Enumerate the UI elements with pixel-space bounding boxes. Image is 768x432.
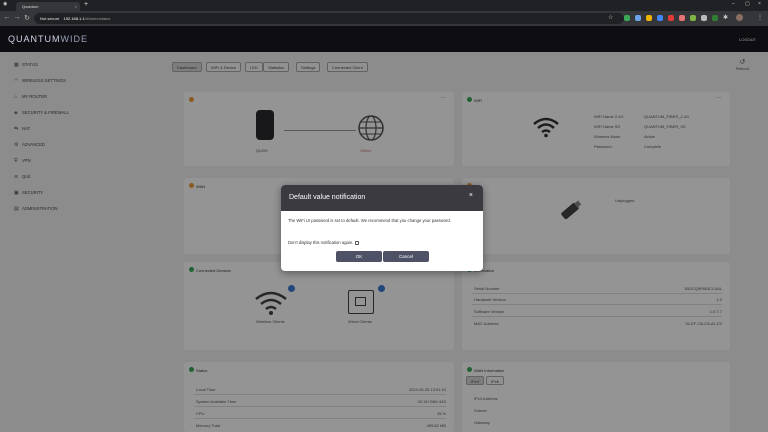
logo-light-text: WIDE [60, 34, 88, 44]
logout-link[interactable]: LOGOUT [739, 37, 756, 42]
maximize-icon[interactable]: ▢ [745, 1, 750, 7]
dont-show-again-row[interactable]: Don't display this notification again. [288, 240, 360, 245]
forward-icon[interactable]: → [13, 14, 21, 21]
url-host: 192.168.1.1 [63, 16, 85, 21]
extension-icon[interactable] [646, 15, 652, 21]
close-window-icon[interactable]: × [758, 1, 761, 7]
browser-tab[interactable]: Quantum × [16, 2, 80, 11]
star-icon[interactable]: ☆ [608, 14, 613, 21]
profile-avatar[interactable] [736, 14, 743, 21]
dialog-message: The WiFi UI password is set to default. … [288, 218, 451, 223]
logo-bold-text: QUANTUM [8, 34, 61, 44]
dialog-header: Default value notification × [281, 185, 483, 211]
back-icon[interactable]: ← [3, 14, 11, 21]
close-tab-icon[interactable]: × [75, 2, 77, 11]
ok-button[interactable]: OK [336, 251, 382, 262]
new-tab-icon[interactable]: + [84, 1, 88, 8]
dont-show-again-label: Don't display this notification again. [288, 240, 354, 245]
default-value-dialog: Default value notification × The WiFi UI… [281, 185, 483, 271]
not-secure-label: Not secure [40, 16, 60, 21]
extension-icon[interactable] [712, 15, 718, 21]
extensions-puzzle-icon[interactable]: ✱ [723, 14, 728, 21]
extension-icon[interactable] [624, 15, 630, 21]
extension-icon[interactable] [679, 15, 685, 21]
extension-icon[interactable] [635, 15, 641, 21]
extension-icon[interactable] [690, 15, 696, 21]
app-header: QUANTUMWIDE LOGOUT [0, 26, 768, 52]
brand-logo[interactable]: QUANTUMWIDE [8, 34, 88, 44]
extension-icon[interactable] [657, 15, 663, 21]
extension-icon[interactable] [701, 15, 707, 21]
extension-icon[interactable] [668, 15, 674, 21]
dialog-title: Default value notification [289, 194, 366, 201]
browser-tab-bar: ◉ Quantum × + – ▢ × [0, 0, 768, 11]
reload-icon[interactable]: ↻ [23, 14, 31, 22]
address-bar[interactable]: Not secure 192.168.1.1/#/index/status [34, 13, 624, 24]
url-path: /#/index/status [84, 16, 111, 21]
browser-menu-icon[interactable]: ◉ [3, 1, 7, 7]
dont-show-again-checkbox[interactable] [355, 240, 360, 245]
cancel-button[interactable]: Cancel [383, 251, 429, 262]
browser-nav-bar: ← → ↻ Not secure 192.168.1.1/#/index/sta… [0, 11, 768, 26]
browser-kebab-icon[interactable]: ⋮ [757, 14, 763, 21]
close-icon[interactable]: × [469, 192, 473, 199]
browser-tab-title: Quantum [22, 4, 39, 9]
minimize-icon[interactable]: – [732, 1, 735, 7]
